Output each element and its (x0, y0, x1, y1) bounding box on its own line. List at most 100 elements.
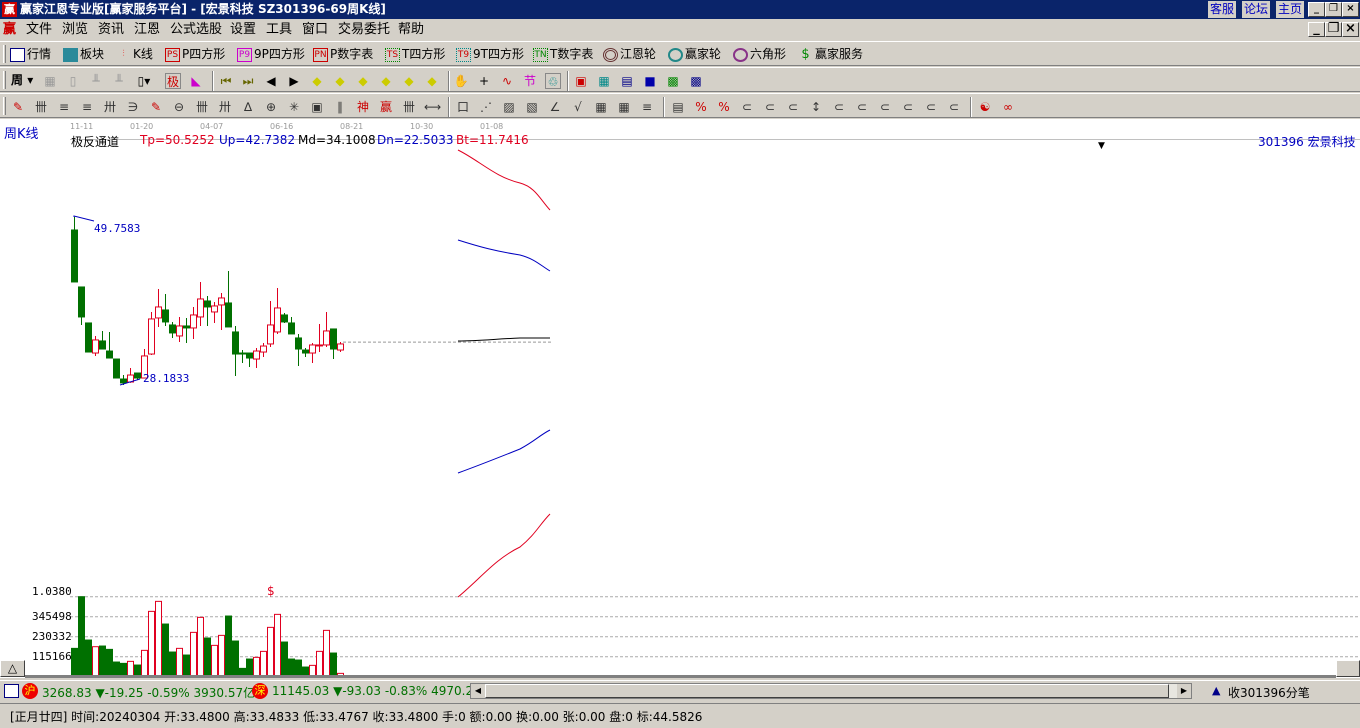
expand-panel-button[interactable]: △ (0, 660, 25, 677)
drawing-tool-icon[interactable]: ⊂ (785, 99, 801, 115)
notes-icon[interactable]: ▤ (619, 73, 635, 89)
winner-service-button[interactable]: $ 赢家服务 (798, 45, 863, 64)
crosshair-icon[interactable]: + (476, 73, 492, 89)
save-icon[interactable]: ■ (642, 73, 658, 89)
move-right-icon[interactable]: ◆ (332, 73, 348, 89)
child-minimize-button[interactable]: _ (1308, 22, 1325, 37)
drawing-tool-icon[interactable]: 卌 (33, 99, 49, 115)
calculator-icon[interactable]: ▦ (596, 73, 612, 89)
drawing-tool-icon[interactable]: ↕ (808, 99, 824, 115)
bars2-icon[interactable]: ╨ (111, 73, 127, 89)
winner-wheel-button[interactable]: 赢家轮 (668, 45, 721, 64)
export-icon[interactable]: ▩ (665, 73, 681, 89)
menu-info[interactable]: 资讯 (98, 19, 124, 41)
drawing-tool-icon[interactable]: ⊂ (739, 99, 755, 115)
drawing-tool-icon[interactable]: ≡ (79, 99, 95, 115)
drawing-tool-icon[interactable]: ∠ (547, 99, 563, 115)
drawing-tool-icon[interactable]: ⟷ (424, 99, 441, 115)
kline-button[interactable]: ⫶ K线 (116, 45, 153, 64)
compress-icon[interactable]: ◆ (378, 73, 394, 89)
drawing-tool-icon[interactable]: ✎ (10, 99, 26, 115)
tick-detail-label[interactable]: 收301396分笔 (1228, 684, 1310, 701)
left-icon[interactable]: ◀ (263, 73, 279, 89)
drawing-tool-icon[interactable]: ✎ (148, 99, 164, 115)
recycle-icon[interactable]: ♲ (545, 73, 561, 89)
zoom-out-icon[interactable]: ◆ (424, 73, 440, 89)
child-restore-button[interactable]: ❐ (1325, 22, 1342, 37)
calendar-icon[interactable]: ▣ (573, 73, 589, 89)
drawing-tool-icon[interactable]: ∋ (125, 99, 141, 115)
drawing-tool-icon[interactable]: √ (570, 99, 586, 115)
drawing-tool-icon[interactable]: ⊂ (900, 99, 916, 115)
drawing-tool-icon[interactable]: ⊂ (762, 99, 778, 115)
drawing-tool-icon[interactable]: ⊂ (854, 99, 870, 115)
first-icon[interactable]: ⏮ (218, 73, 234, 89)
drawing-tool-icon[interactable]: ⊂ (946, 99, 962, 115)
drawing-tool-icon[interactable]: 神 (355, 99, 371, 115)
drawing-tool-icon[interactable]: % (693, 99, 709, 115)
drawing-tool-icon[interactable]: 卌 (401, 99, 417, 115)
drawing-tool-icon[interactable]: ⊂ (923, 99, 939, 115)
sh-index[interactable]: 3268.83 ▼-19.25 -0.59% 3930.57亿 (42, 684, 255, 701)
flag-icon[interactable]: ◣ (188, 73, 204, 89)
gann-wheel-button[interactable]: 江恩轮 (603, 45, 656, 64)
menu-formula[interactable]: 公式选股 (170, 19, 222, 41)
hexagon-button[interactable]: 六角形 (733, 45, 786, 64)
drawing-tool-icon[interactable]: ▨ (501, 99, 517, 115)
drawing-tool-icon[interactable]: ∥ (332, 99, 348, 115)
right-icon[interactable]: ▶ (286, 73, 302, 89)
drawing-tool-icon[interactable]: ⊕ (263, 99, 279, 115)
menu-help[interactable]: 帮助 (398, 19, 424, 41)
drawing-tool-icon[interactable]: 赢 (378, 99, 394, 115)
grid-icon[interactable] (4, 684, 19, 698)
t-square-button[interactable]: TS T四方形 (385, 45, 445, 64)
drawing-tool-icon[interactable]: 卅 (217, 99, 233, 115)
scroll-left-icon[interactable]: ◀ (471, 684, 485, 698)
drawing-tool-icon[interactable]: 卌 (194, 99, 210, 115)
close-button[interactable]: × (1342, 2, 1359, 17)
forum-link[interactable]: 论坛 (1242, 1, 1271, 18)
drawing-tool-icon[interactable]: ▦ (616, 99, 632, 115)
pattern-icon[interactable]: ▦ (42, 73, 58, 89)
child-close-button[interactable]: × (1342, 22, 1359, 37)
9p-square-button[interactable]: P9 9P四方形 (237, 45, 305, 64)
drawing-tool-icon[interactable]: ▤ (670, 99, 686, 115)
expand-icon[interactable]: ◆ (355, 73, 371, 89)
period-select[interactable]: 周 ▾ (11, 71, 33, 90)
menu-file[interactable]: 文件 (26, 19, 52, 41)
drawing-tool-icon[interactable]: ⋰ (478, 99, 494, 115)
t-number-button[interactable]: TN T数字表 (533, 45, 593, 64)
drawing-tool-icon[interactable]: ⊖ (171, 99, 187, 115)
ticker-scrollbar[interactable]: ◀ ▶ (470, 683, 1192, 699)
hand-icon[interactable]: ✋ (453, 73, 469, 89)
scroll-right-icon[interactable]: ▶ (1177, 684, 1191, 698)
drawing-tool-icon[interactable]: ∆ (240, 99, 256, 115)
drawing-tool-icon[interactable]: ▣ (309, 99, 325, 115)
drawing-tool-icon[interactable]: ✳ (286, 99, 302, 115)
p-number-button[interactable]: PN P数字表 (313, 45, 373, 64)
sz-index[interactable]: 11145.03 ▼-93.03 -0.83% 4970.2 (272, 684, 473, 698)
p-square-button[interactable]: PS P四方形 (165, 45, 225, 64)
drawing-tool-icon[interactable]: 卅 (102, 99, 118, 115)
bars-icon[interactable]: ╨ (88, 73, 104, 89)
homepage-link[interactable]: 主页 (1276, 1, 1305, 18)
menu-settings[interactable]: 设置 (230, 19, 256, 41)
panel-button[interactable] (1336, 660, 1360, 677)
zoom-in-icon[interactable]: ◆ (401, 73, 417, 89)
restore-button[interactable]: ❐ (1325, 2, 1342, 17)
last-icon[interactable]: ⏭ (240, 73, 256, 89)
print-icon[interactable]: ▩ (688, 73, 704, 89)
move-left-icon[interactable]: ◆ (309, 73, 325, 89)
9t-square-button[interactable]: T9 9T四方形 (456, 45, 524, 64)
drawing-tool-icon[interactable]: ≡ (639, 99, 655, 115)
drawing-tool-icon[interactable]: ≡ (56, 99, 72, 115)
scroll-thumb[interactable] (485, 684, 1169, 698)
drawing-tool-icon[interactable]: 口 (455, 99, 471, 115)
drawing-tool-icon[interactable]: ⊂ (877, 99, 893, 115)
menu-gann[interactable]: 江恩 (134, 19, 160, 41)
tool-icon[interactable]: 节 (522, 73, 538, 89)
customer-service-link[interactable]: 客服 (1208, 1, 1237, 18)
quotes-button[interactable]: 行情 (10, 45, 51, 64)
menu-window[interactable]: 窗口 (302, 19, 328, 41)
menu-tools[interactable]: 工具 (266, 19, 292, 41)
